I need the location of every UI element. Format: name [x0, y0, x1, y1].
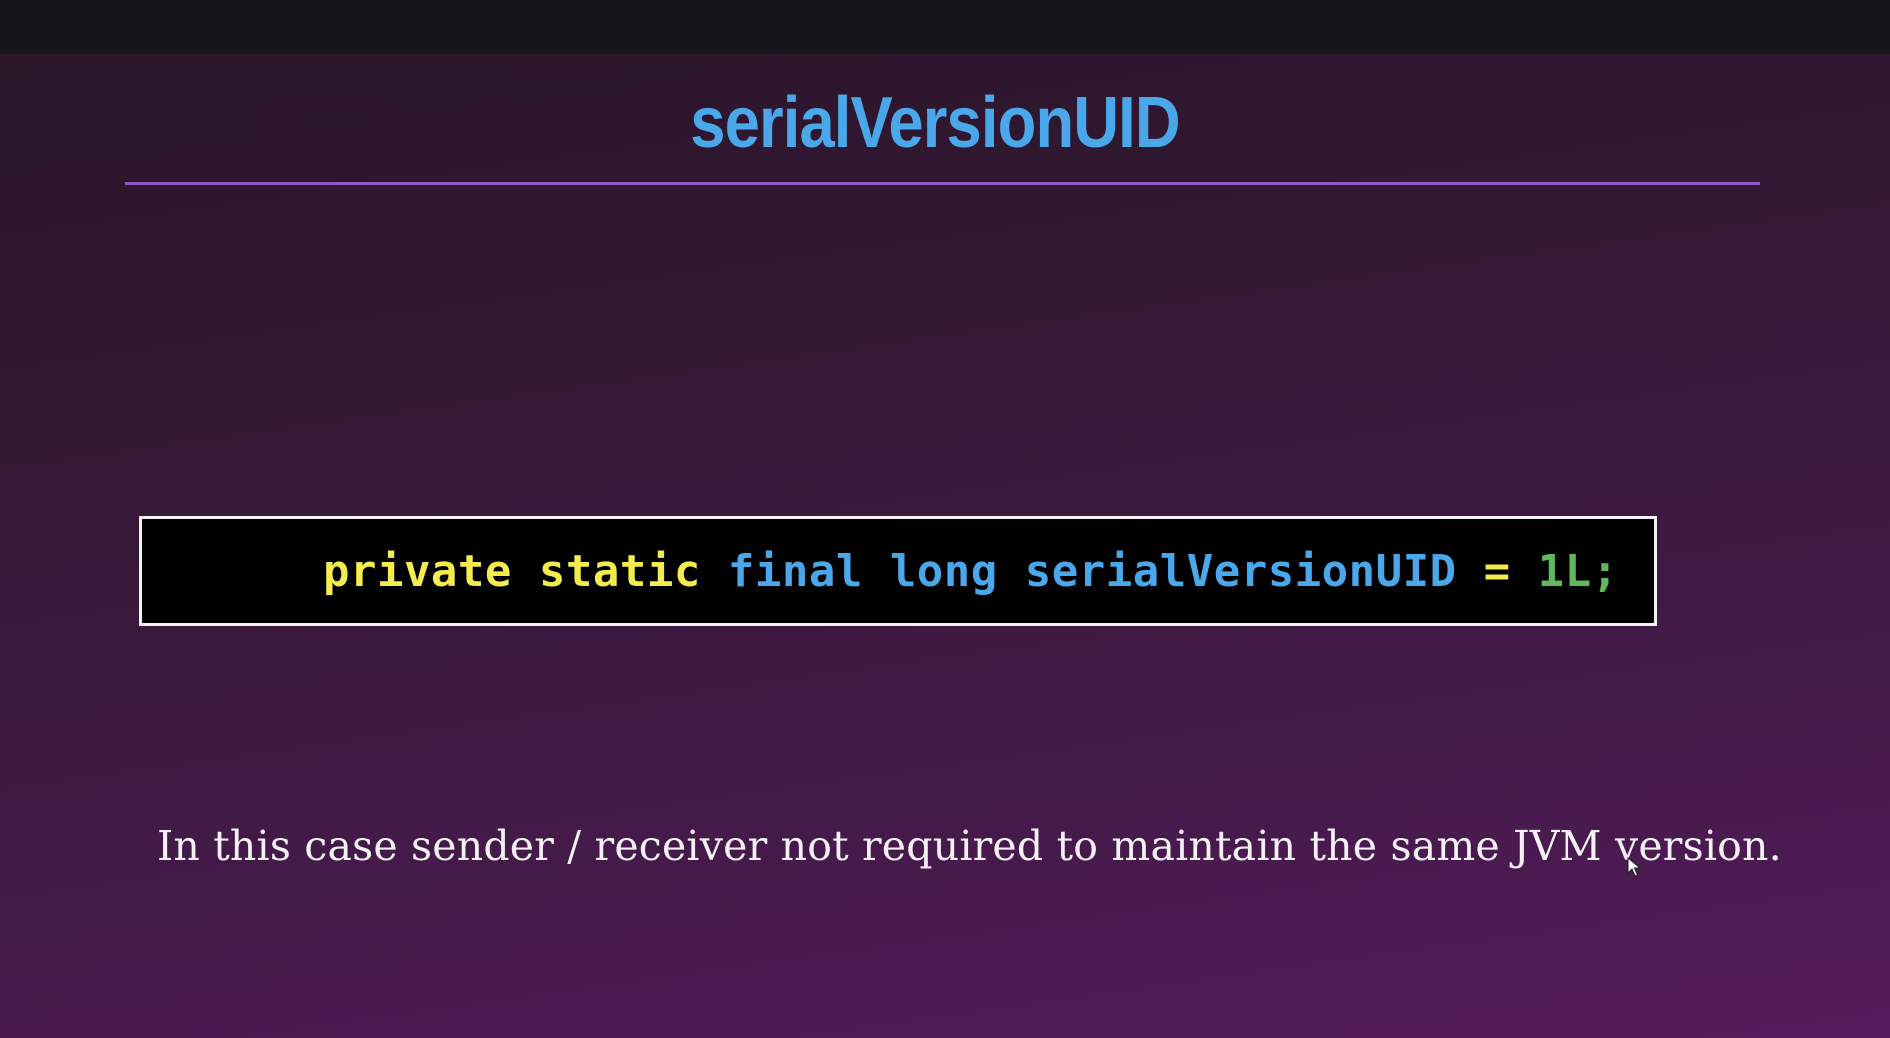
- window-top-bar: [0, 0, 1890, 54]
- title-divider: [125, 182, 1760, 185]
- code-block: private static final long serialVersionU…: [139, 516, 1657, 626]
- mouse-pointer-icon: [1627, 857, 1641, 877]
- code-line: private static final long serialVersionU…: [215, 495, 1619, 648]
- code-token-final: final: [727, 545, 863, 597]
- slide-note: In this case sender / receiver not requi…: [157, 822, 1782, 870]
- code-token-long: long: [889, 545, 998, 597]
- code-token-identifier: serialVersionUID: [1024, 545, 1457, 597]
- code-token-static: static: [538, 545, 701, 597]
- code-token-private: private: [322, 545, 512, 597]
- slide-title: serialVersionUID: [690, 83, 1180, 163]
- code-token-equals: =: [1483, 545, 1511, 597]
- code-token-literal: 1L;: [1537, 545, 1619, 597]
